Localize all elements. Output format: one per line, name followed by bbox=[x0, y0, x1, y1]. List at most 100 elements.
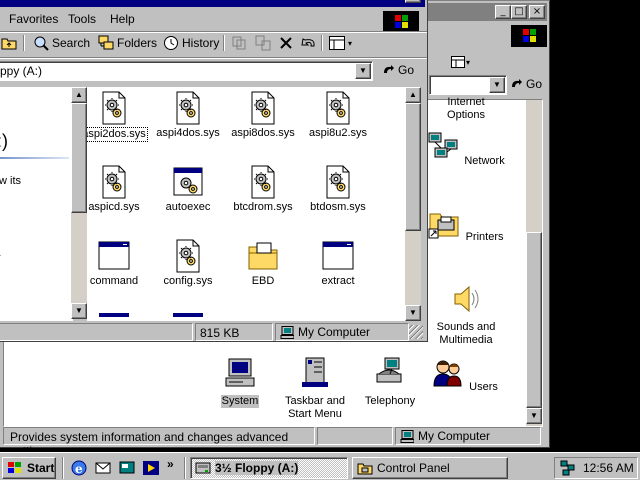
left-pane-text: w its bbox=[0, 175, 21, 187]
scroll-up-icon[interactable]: ▲ bbox=[405, 87, 421, 103]
search-button[interactable]: Search bbox=[33, 32, 90, 54]
cp-status-location: My Computer bbox=[395, 427, 541, 445]
outlook-express-icon[interactable] bbox=[94, 459, 112, 477]
file-scroll-thumb[interactable] bbox=[405, 103, 421, 231]
cp-status-bar: Provides system information and changes … bbox=[0, 427, 545, 458]
internet-explorer-icon[interactable]: e bbox=[70, 459, 88, 477]
users-item[interactable]: Users bbox=[425, 356, 505, 394]
system-item[interactable]: System bbox=[200, 356, 280, 408]
svg-text:e: e bbox=[75, 462, 83, 476]
windows-flag-icon bbox=[8, 462, 21, 473]
go-arrow-icon bbox=[512, 79, 522, 87]
left-pane-text-2: } bbox=[0, 249, 1, 261]
file-name: aspi4dos.sys bbox=[156, 127, 220, 139]
file-item[interactable]: btdosm.sys bbox=[298, 165, 378, 214]
task-control-panel[interactable]: Control Panel bbox=[352, 457, 508, 479]
taskbar-start-menu-item[interactable]: Taskbar and Start Menu bbox=[275, 356, 355, 421]
floppy-status-bar: 815 KB My Computer bbox=[0, 323, 427, 341]
scroll-up-icon[interactable]: ▲ bbox=[71, 87, 87, 103]
telephony-icon bbox=[376, 357, 402, 383]
up-folder-button[interactable] bbox=[1, 32, 17, 54]
users-icon bbox=[433, 360, 462, 387]
show-desktop-icon[interactable] bbox=[118, 459, 136, 477]
folder-icon bbox=[247, 239, 279, 273]
file-name: aspi8dos.sys bbox=[231, 127, 295, 139]
system-file-icon bbox=[98, 165, 130, 199]
file-item[interactable]: command bbox=[87, 239, 154, 288]
floppy-title-bar[interactable]: × bbox=[0, 0, 425, 7]
start-button[interactable]: Start bbox=[2, 457, 56, 479]
history-button[interactable]: History bbox=[163, 32, 219, 54]
views-button[interactable]: ▾ bbox=[451, 53, 477, 71]
menu-help[interactable]: Help bbox=[110, 12, 135, 26]
windows-logo-icon bbox=[383, 11, 419, 33]
file-name: btdosm.sys bbox=[310, 201, 366, 213]
address-dropdown-button[interactable]: ▼ bbox=[355, 63, 371, 79]
go-button[interactable]: Go bbox=[381, 63, 414, 77]
file-item[interactable]: EBD bbox=[223, 239, 303, 288]
quick-launch-more-chevron[interactable]: » bbox=[167, 457, 174, 471]
close-button[interactable]: × bbox=[529, 5, 545, 19]
file-item[interactable]: aspi8dos.sys bbox=[223, 91, 303, 140]
system-file-icon bbox=[98, 91, 130, 125]
chevron-down-icon[interactable]: ▼ bbox=[489, 77, 505, 93]
cp-address-field[interactable]: ▼ bbox=[429, 75, 507, 95]
file-list-scrollbar[interactable]: ▲ ▼ bbox=[405, 87, 421, 321]
telephony-item[interactable]: Telephony bbox=[350, 356, 430, 408]
resize-grip[interactable] bbox=[409, 325, 423, 339]
search-icon bbox=[34, 36, 49, 51]
network-icon bbox=[428, 132, 458, 158]
copy-to-button[interactable] bbox=[255, 32, 271, 54]
network-item[interactable]: Network bbox=[426, 130, 506, 168]
file-item[interactable]: btcdrom.sys bbox=[223, 165, 303, 214]
maximize-button[interactable]: □ bbox=[511, 5, 527, 19]
file-item[interactable]: extract bbox=[298, 239, 378, 288]
batch-file-icon bbox=[172, 165, 204, 199]
printers-item[interactable]: Printers bbox=[426, 206, 506, 244]
delete-button[interactable] bbox=[279, 32, 293, 54]
network-tray-icon[interactable] bbox=[559, 460, 575, 476]
clock[interactable]: 12:56 AM bbox=[583, 461, 634, 475]
file-item[interactable]: aspicd.sys bbox=[87, 165, 154, 214]
media-player-icon[interactable] bbox=[142, 459, 160, 477]
copy-to-icon bbox=[255, 35, 271, 51]
cp-go-button[interactable]: Go bbox=[509, 77, 542, 91]
undo-button[interactable] bbox=[301, 32, 317, 54]
file-item[interactable]: autoexec bbox=[148, 165, 228, 214]
cp-status-text: Provides system information and changes … bbox=[3, 427, 315, 458]
my-computer-icon bbox=[400, 429, 414, 443]
sounds-multimedia-item[interactable]: Sounds and Multimedia bbox=[426, 282, 506, 347]
scroll-down-icon[interactable]: ▼ bbox=[405, 305, 421, 321]
left-pane-scrollbar[interactable]: ▲ ▼ bbox=[71, 87, 87, 319]
views-button[interactable]: ▾ bbox=[329, 32, 352, 54]
taskbar: Start e » 3½ Floppy (A:) Control Panel 1… bbox=[0, 452, 640, 480]
printer-folder-icon bbox=[428, 213, 459, 239]
folders-button[interactable]: Folders bbox=[98, 32, 157, 54]
file-item[interactable]: aspi2dos.sys bbox=[87, 91, 154, 142]
move-to-button[interactable] bbox=[231, 32, 247, 54]
left-pane-heading: :) bbox=[0, 131, 8, 151]
cp-scrollbar[interactable]: ▼ bbox=[526, 100, 542, 426]
address-field[interactable]: ppy (A:) ▼ bbox=[0, 61, 373, 81]
file-name: aspi8u2.sys bbox=[308, 127, 368, 139]
task-floppy[interactable]: 3½ Floppy (A:) bbox=[190, 457, 348, 479]
system-file-icon bbox=[247, 165, 279, 199]
taskbar-icon bbox=[302, 357, 328, 387]
file-item[interactable]: aspi4dos.sys bbox=[148, 91, 228, 140]
minimize-button[interactable]: _ bbox=[495, 5, 511, 19]
file-item[interactable]: config.sys bbox=[148, 239, 228, 288]
menu-favorites[interactable]: Favorites bbox=[9, 12, 58, 26]
floppy-window: × Favorites Tools Help Search Folders Hi… bbox=[0, 0, 428, 342]
menu-tools[interactable]: Tools bbox=[68, 12, 96, 26]
internet-options-item[interactable]: Internet Options bbox=[426, 94, 506, 122]
cp-scroll-thumb[interactable] bbox=[526, 232, 542, 408]
file-name: autoexec bbox=[165, 201, 211, 213]
scroll-down-icon[interactable]: ▼ bbox=[71, 303, 87, 319]
file-item[interactable]: aspi8u2.sys bbox=[298, 91, 378, 140]
left-scroll-thumb[interactable] bbox=[71, 103, 87, 213]
file-name: aspi2dos.sys bbox=[87, 127, 148, 142]
floppy-status-size: 815 KB bbox=[195, 323, 273, 341]
scroll-down-icon[interactable]: ▼ bbox=[526, 408, 542, 424]
floppy-close-button[interactable]: × bbox=[405, 0, 421, 3]
system-tray: 12:56 AM bbox=[554, 457, 638, 479]
